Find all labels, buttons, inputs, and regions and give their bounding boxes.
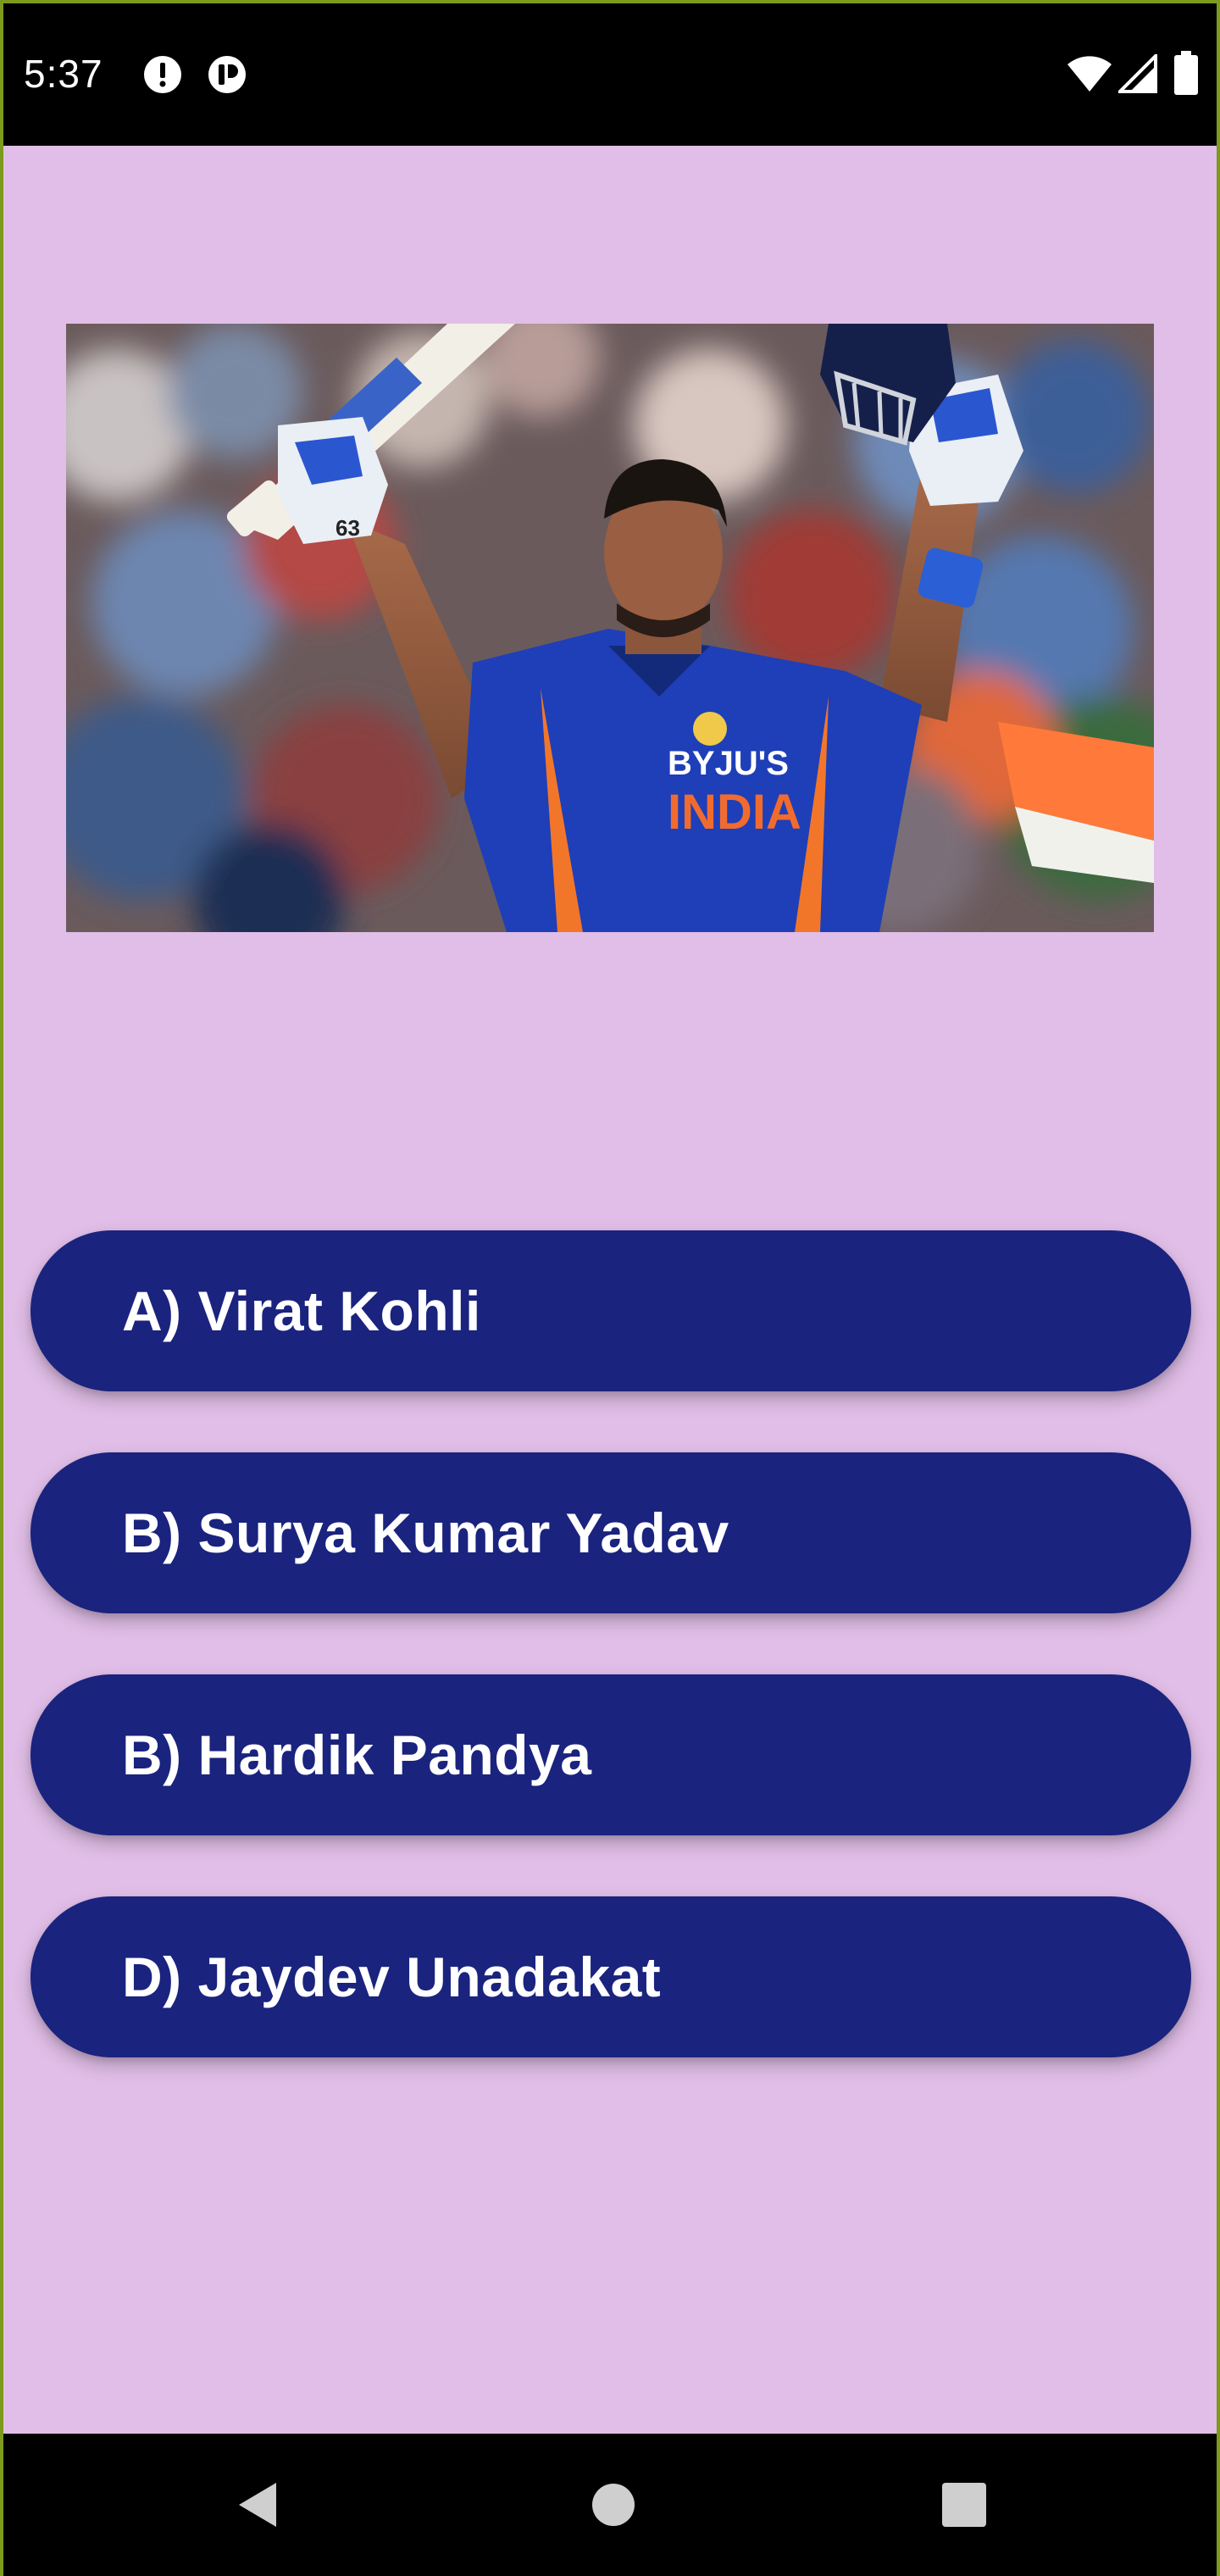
accessibility-icon	[207, 54, 247, 95]
recents-icon[interactable]	[922, 2462, 1006, 2547]
battery-icon	[1174, 51, 1198, 99]
navigation-bar	[3, 2434, 1217, 2576]
answer-option-c-label: B) Hardik Pandya	[122, 1724, 592, 1786]
answer-option-d-button[interactable]: D) Jaydev Unadakat	[30, 1896, 1191, 2057]
answer-option-b-button[interactable]: B) Surya Kumar Yadav	[30, 1452, 1191, 1613]
answer-option-a-label: A) Virat Kohli	[122, 1280, 481, 1342]
answer-option-a-button[interactable]: A) Virat Kohli	[30, 1230, 1191, 1391]
question-image: INDIA BYJU'S 63	[66, 324, 1154, 932]
back-icon[interactable]	[215, 2462, 300, 2547]
svg-text:INDIA: INDIA	[668, 785, 801, 840]
alert-icon	[142, 54, 183, 95]
cricket-player-image: INDIA BYJU'S 63	[66, 324, 1154, 932]
answer-option-b-label: B) Surya Kumar Yadav	[122, 1502, 729, 1564]
signal-icon	[1116, 52, 1157, 97]
svg-text:BYJU'S: BYJU'S	[668, 745, 789, 782]
wifi-icon	[1066, 54, 1113, 97]
home-icon[interactable]	[571, 2462, 656, 2547]
app-screen: 5:37 INDIA BYJU'S 63 A) Virat Kohli B) S…	[0, 0, 1220, 2576]
svg-text:63: 63	[336, 515, 360, 541]
answer-option-d-label: D) Jaydev Unadakat	[122, 1946, 662, 2008]
answer-option-c-button[interactable]: B) Hardik Pandya	[30, 1674, 1191, 1835]
status-time: 5:37	[24, 52, 103, 96]
status-bar: 5:37	[3, 3, 1217, 146]
